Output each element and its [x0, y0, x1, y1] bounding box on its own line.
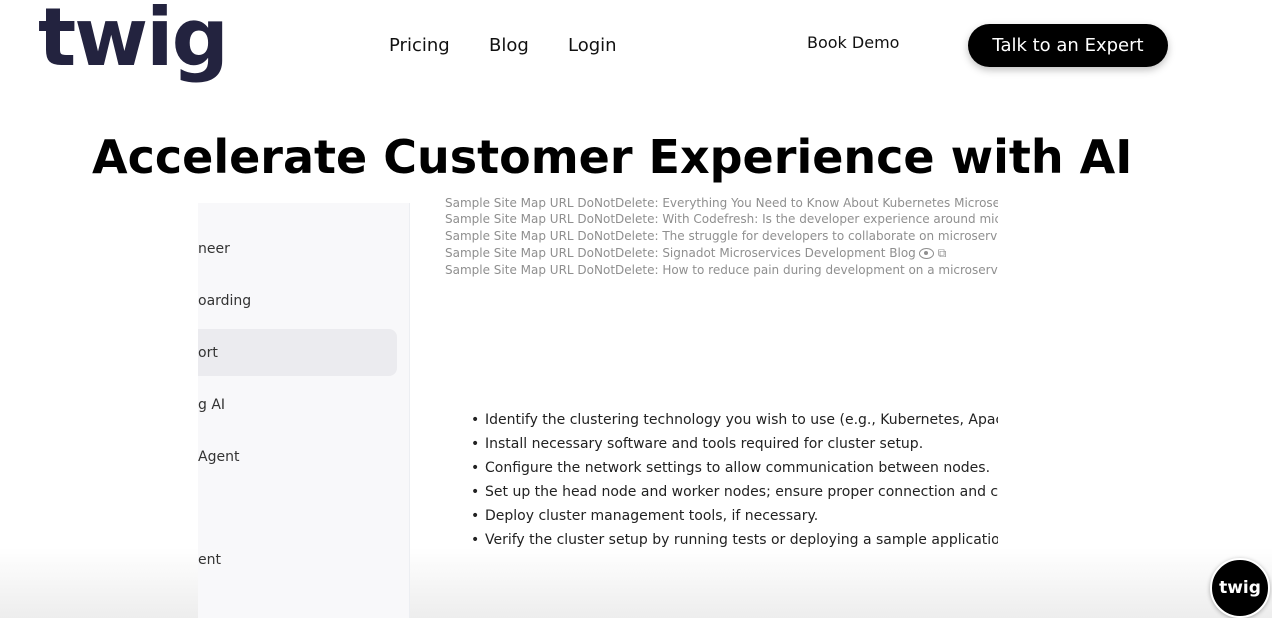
steps-list: Identify the clustering technology you w… — [471, 411, 998, 555]
sidebar-item-active[interactable]: ort — [198, 329, 397, 376]
talk-to-expert-button[interactable]: Talk to an Expert — [968, 24, 1168, 67]
logo[interactable]: twig — [38, 0, 229, 78]
sidebar-item[interactable]: g AI — [198, 381, 397, 428]
nav-pricing[interactable]: Pricing — [389, 35, 450, 56]
sitemap-link[interactable]: Sample Site Map URL DoNotDelete: Everyth… — [445, 196, 998, 210]
list-item: Install necessary software and tools req… — [471, 435, 998, 459]
sidebar-item[interactable]: Agent — [198, 433, 397, 480]
sidebar-item[interactable]: ent — [198, 536, 397, 583]
app-sidebar: neer oarding ort g AI Agent ent — [198, 203, 410, 618]
sitemap-link[interactable]: Sample Site Map URL DoNotDelete: Signado… — [445, 246, 946, 261]
sidebar-item-label: ort — [198, 344, 218, 361]
eye-icon[interactable] — [918, 248, 934, 259]
app-main-panel: Sample Site Map URL DoNotDelete: Everyth… — [445, 196, 998, 616]
sitemap-link-text: Sample Site Map URL DoNotDelete: Signado… — [445, 246, 916, 260]
nav-login[interactable]: Login — [568, 35, 617, 56]
sitemap-link[interactable]: Sample Site Map URL DoNotDelete: The str… — [445, 229, 998, 243]
sidebar-item-label: oarding — [198, 292, 252, 309]
sitemap-link-text: Sample Site Map URL DoNotDelete: The str… — [445, 229, 998, 243]
sitemap-link[interactable]: Sample Site Map URL DoNotDelete: With Co… — [445, 212, 998, 226]
sidebar-item-label: Agent — [198, 448, 240, 465]
book-demo-link[interactable]: Book Demo — [807, 33, 899, 52]
hero-headline: Accelerate Customer Experience with AI — [92, 130, 1133, 184]
sidebar-item-label: ent — [198, 551, 221, 568]
sitemap-link[interactable]: Sample Site Map URL DoNotDelete: How to … — [445, 263, 998, 277]
sidebar-item[interactable]: neer — [198, 225, 397, 272]
sidebar-item[interactable]: oarding — [198, 277, 397, 324]
nav-blog[interactable]: Blog — [489, 35, 529, 56]
sidebar-item-label: g AI — [198, 396, 226, 413]
external-link-icon[interactable]: ⧉ — [938, 246, 947, 261]
sidebar-item-label: neer — [198, 240, 230, 257]
list-item: Configure the network settings to allow … — [471, 459, 998, 483]
list-item: Identify the clustering technology you w… — [471, 411, 998, 435]
twig-chat-badge[interactable]: twig — [1210, 558, 1270, 618]
list-item: Deploy cluster management tools, if nece… — [471, 507, 998, 531]
list-item: Set up the head node and worker nodes; e… — [471, 483, 998, 507]
list-item: Verify the cluster setup by running test… — [471, 531, 998, 555]
